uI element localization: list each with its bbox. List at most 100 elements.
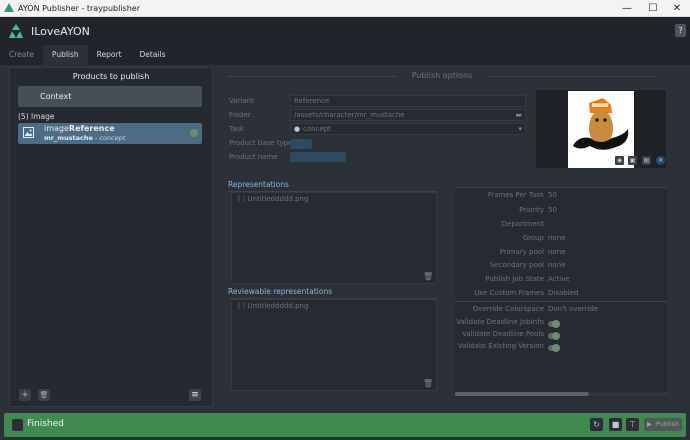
- attr-key: Group: [522, 234, 544, 242]
- attr-row: Primary pool none: [455, 248, 667, 260]
- attr-key: Validate Deadline JobInfo: [456, 318, 544, 326]
- attr-row: Use Custom Frames Disabled: [455, 289, 667, 301]
- representation-filename: Untitleddddd.png: [247, 195, 309, 203]
- attr-value[interactable]: none: [548, 261, 565, 269]
- minimize-button[interactable]: —: [614, 0, 640, 17]
- product-enabled-toggle[interactable]: [186, 129, 198, 137]
- attr-key: Use Custom Frames: [474, 289, 544, 297]
- validate-jobinfo-toggle[interactable]: [548, 320, 560, 328]
- product-name: Reference: [68, 124, 115, 133]
- attr-key: Frames Per Task: [487, 191, 544, 199]
- ayon-app-icon: [4, 3, 14, 12]
- attr-row: Validate Deadline JobInfo: [455, 318, 667, 330]
- product-type: image: [44, 124, 69, 133]
- attr-key: Department: [501, 220, 544, 228]
- tab-report[interactable]: Report: [88, 45, 131, 65]
- variant-label: Variant: [229, 97, 254, 105]
- camera-icon[interactable]: ◉: [615, 156, 624, 165]
- file-icon: ⌈ ⁞: [238, 195, 248, 203]
- add-product-button[interactable]: +: [19, 389, 31, 401]
- window-title: AYON Publisher - traypublisher: [18, 3, 141, 13]
- tab-bar: Create Publish Report Details: [0, 45, 690, 65]
- attr-value[interactable]: 50: [548, 206, 557, 214]
- attr-row: Secondary pool none: [455, 261, 667, 273]
- attr-key: Validate Deadline Pools: [462, 330, 544, 338]
- task-pin-icon: ●: [294, 125, 301, 133]
- attr-row: Validate Deadline Pools: [455, 330, 667, 342]
- attr-row: Validate Existing Version: [455, 342, 667, 354]
- attr-value[interactable]: 50: [548, 191, 557, 199]
- maximize-button[interactable]: ☐: [640, 0, 666, 17]
- attr-row: Priority 50: [455, 206, 667, 218]
- tab-create[interactable]: Create: [0, 45, 43, 65]
- variant-value: Reference: [294, 97, 330, 105]
- context-item[interactable]: Context: [18, 86, 202, 107]
- image-icon: [23, 127, 34, 138]
- help-button[interactable]: ?: [675, 24, 686, 37]
- attr-value[interactable]: none: [548, 234, 565, 242]
- reviewable-file[interactable]: ⌈ ⁞ Untitleddddd.png: [238, 302, 308, 310]
- product-task: concept: [99, 134, 126, 142]
- representations-area: Representations ⌈ ⁞ Untitleddddd.png 🗑 R…: [228, 177, 437, 391]
- attr-value[interactable]: Active: [548, 275, 570, 283]
- reviewable-filename: Untitleddddd.png: [247, 302, 309, 310]
- ayon-logo-icon: [9, 24, 23, 38]
- representations-list[interactable]: ⌈ ⁞ Untitleddddd.png 🗑: [231, 192, 437, 284]
- delete-representation-icon[interactable]: 🗑: [423, 272, 433, 281]
- publish-options-panel: Publish options Variant Reference Folder…: [219, 67, 681, 407]
- thumbnail-image: [568, 91, 634, 168]
- browse-icon[interactable]: ▤: [642, 156, 651, 165]
- thumbnail-widget[interactable]: ◉ ▣ ▤ ✕: [536, 90, 666, 168]
- delete-product-button[interactable]: 🗑: [38, 389, 50, 401]
- stop-icon[interactable]: ■: [609, 418, 622, 431]
- product-item[interactable]: imageReference mr_mustache - concept: [18, 123, 202, 144]
- folder-browse-icon[interactable]: ▬: [515, 110, 522, 120]
- attr-key: Secondary pool: [489, 261, 544, 269]
- product-name-label: Product name: [229, 153, 278, 161]
- folder-input[interactable]: /assets/character/mr_mustache ▬: [290, 109, 526, 121]
- paste-icon[interactable]: ▣: [628, 156, 637, 165]
- folder-value: /assets/character/mr_mustache: [294, 111, 405, 119]
- attr-row: Publish Job State Active: [455, 275, 667, 287]
- attr-value[interactable]: Don't override: [548, 305, 598, 313]
- reviewable-representations-list[interactable]: ⌈ ⁞ Untitleddddd.png 🗑: [231, 299, 437, 391]
- attr-row: Override Colorspace Don't override: [455, 305, 667, 317]
- file-icon: ⌈ ⁞: [238, 302, 248, 310]
- menu-button[interactable]: ≡: [189, 389, 201, 401]
- products-panel: Products to publish Context (5) Image im…: [9, 67, 213, 407]
- report-icon: [12, 419, 23, 431]
- attr-value[interactable]: Disabled: [548, 289, 578, 297]
- attr-value[interactable]: none: [548, 248, 565, 256]
- close-button[interactable]: ✕: [664, 0, 690, 17]
- tab-publish[interactable]: Publish: [42, 45, 88, 65]
- representation-file[interactable]: ⌈ ⁞ Untitleddddd.png: [238, 195, 308, 203]
- product-name-value: [290, 152, 346, 162]
- validate-icon[interactable]: ⊤: [626, 418, 639, 431]
- attributes-panel: Frames Per Task 50 Priority 50 Department …: [455, 187, 667, 397]
- variant-input[interactable]: Reference: [290, 95, 526, 107]
- reset-icon[interactable]: ↻: [590, 418, 603, 431]
- publish-button-label: Publish: [656, 420, 680, 428]
- attr-key: Override Colorspace: [472, 305, 544, 313]
- tab-details[interactable]: Details: [131, 45, 175, 65]
- attr-row: Group none: [455, 234, 667, 246]
- task-label: Task: [229, 125, 245, 133]
- clear-icon[interactable]: ✕: [656, 156, 665, 165]
- status-bar: Finished ↻ ■ ⊤ ▶ Publish: [4, 413, 686, 437]
- attr-key: Validate Existing Version: [457, 342, 544, 350]
- scrollbar-thumb[interactable]: [455, 392, 589, 396]
- task-select[interactable]: ● concept ▾: [290, 123, 526, 135]
- horizontal-scrollbar[interactable]: [455, 392, 667, 396]
- publish-button[interactable]: ▶ Publish: [644, 418, 682, 431]
- attr-row: Frames Per Task 50: [455, 191, 667, 203]
- window-titlebar: AYON Publisher - traypublisher — ☐ ✕: [0, 0, 690, 17]
- publish-options-title: Publish options: [227, 71, 657, 80]
- reviewable-representations-title: Reviewable representations: [228, 287, 437, 299]
- delete-reviewable-icon[interactable]: 🗑: [423, 379, 433, 388]
- validate-pools-toggle[interactable]: [548, 332, 560, 340]
- folder-label: Folder: [229, 111, 251, 119]
- product-base-type-label: Product base type: [229, 139, 293, 147]
- validate-version-toggle[interactable]: [548, 344, 560, 352]
- attr-key: Priority: [519, 206, 544, 214]
- product-title: imageReference: [44, 124, 115, 133]
